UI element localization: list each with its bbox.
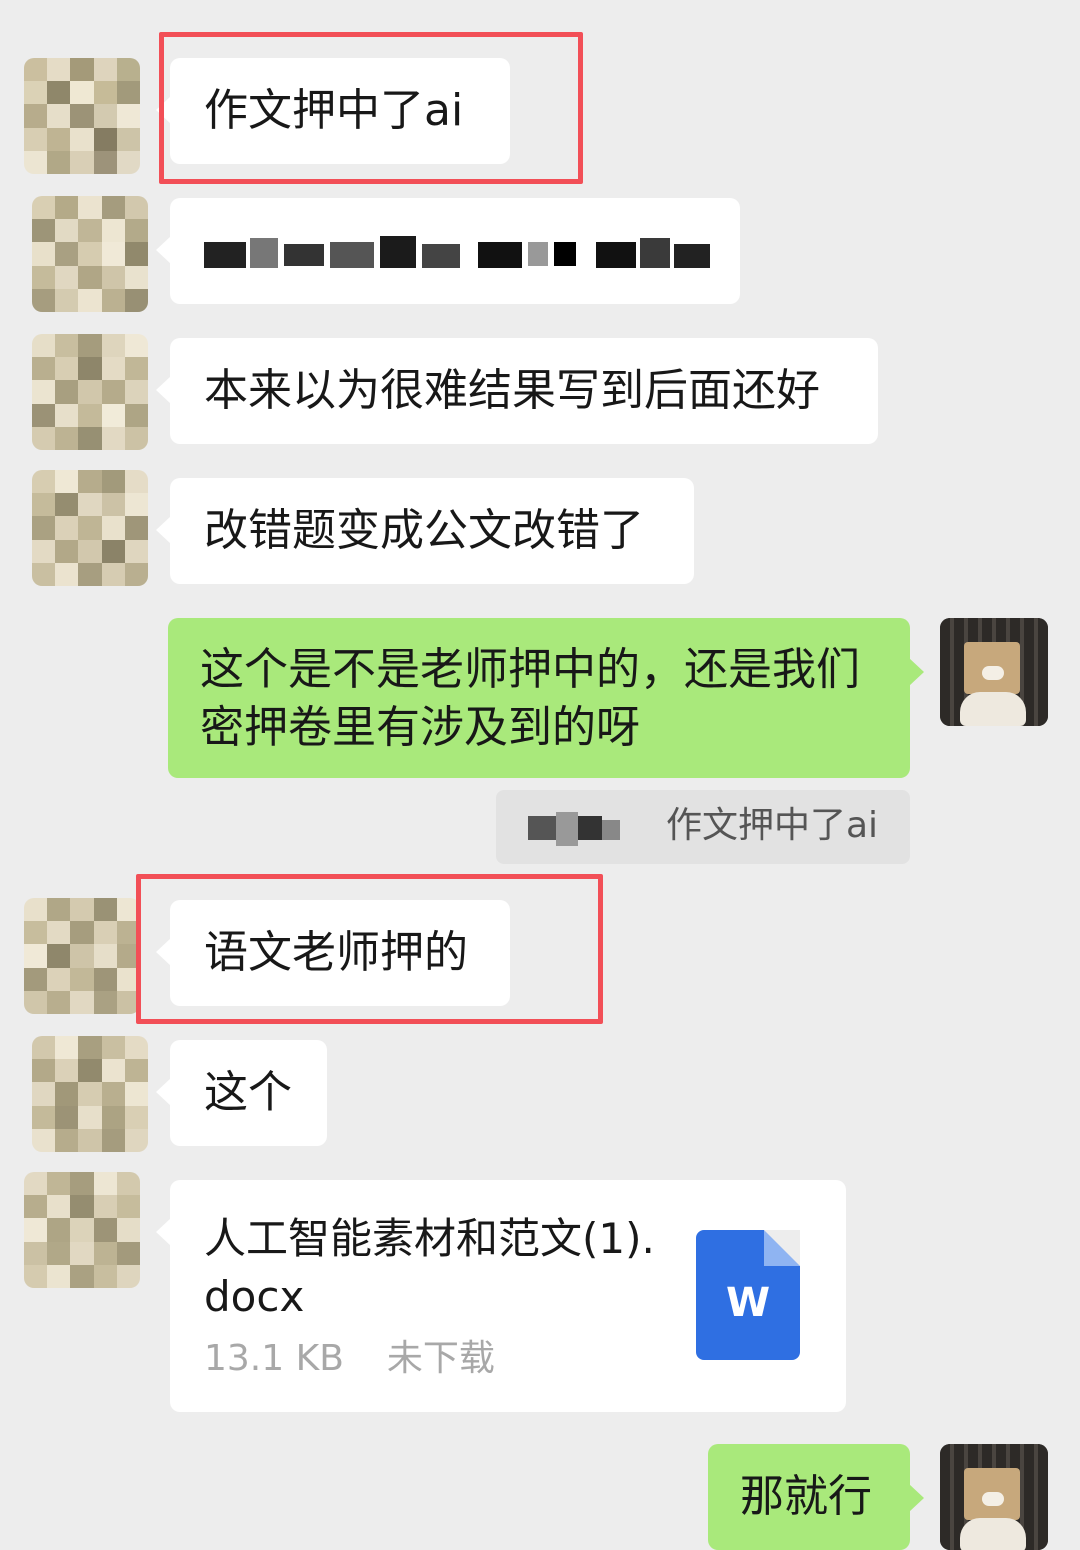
message-text: 这个是不是老师押中的，还是我们密押卷里有涉及到的呀	[200, 644, 860, 753]
pixelated-text	[204, 234, 710, 270]
quote-text: 作文押中了ai	[666, 805, 879, 846]
toy-face	[982, 1492, 1004, 1506]
quoted-message[interactable]: 作文押中了ai	[496, 790, 910, 864]
message-text: 这个	[204, 1067, 292, 1118]
toy-body	[960, 1518, 1026, 1550]
contact-avatar[interactable]	[24, 58, 140, 174]
file-meta: 13.1 KB 未下载	[204, 1336, 495, 1382]
highlight-box	[136, 874, 603, 1024]
file-download-status: 未下载	[386, 1338, 495, 1379]
own-avatar[interactable]	[940, 618, 1048, 726]
word-document-icon: W	[696, 1230, 800, 1360]
message-bubble[interactable]: 这个	[156, 1040, 327, 1146]
contact-avatar[interactable]	[32, 196, 148, 312]
message-text: 改错题变成公文改错了	[204, 505, 644, 556]
contact-avatar[interactable]	[24, 1172, 140, 1288]
message-text: 本来以为很难结果写到后面还好	[204, 365, 820, 416]
file-name: 人工智能素材和范文(1).docx	[204, 1214, 655, 1321]
message-bubble-censored[interactable]	[156, 198, 740, 304]
contact-avatar[interactable]	[32, 1036, 148, 1152]
toy-face	[982, 666, 1004, 680]
own-avatar[interactable]	[940, 1444, 1048, 1550]
message-text: 那就行	[740, 1471, 872, 1522]
file-size: 13.1 KB	[204, 1338, 344, 1379]
own-message-bubble[interactable]: 那就行	[708, 1444, 924, 1550]
quote-sender-pixelated	[528, 812, 620, 846]
contact-avatar[interactable]	[32, 470, 148, 586]
contact-avatar[interactable]	[24, 898, 140, 1014]
file-message-bubble[interactable]: 人工智能素材和范文(1).docx 13.1 KB 未下载 W	[156, 1180, 846, 1412]
contact-avatar[interactable]	[32, 334, 148, 450]
own-message-bubble[interactable]: 这个是不是老师押中的，还是我们密押卷里有涉及到的呀	[168, 618, 924, 778]
message-bubble[interactable]: 本来以为很难结果写到后面还好	[156, 338, 878, 444]
toy-body	[960, 692, 1026, 726]
message-bubble[interactable]: 改错题变成公文改错了	[156, 478, 694, 584]
highlight-box	[159, 32, 583, 184]
